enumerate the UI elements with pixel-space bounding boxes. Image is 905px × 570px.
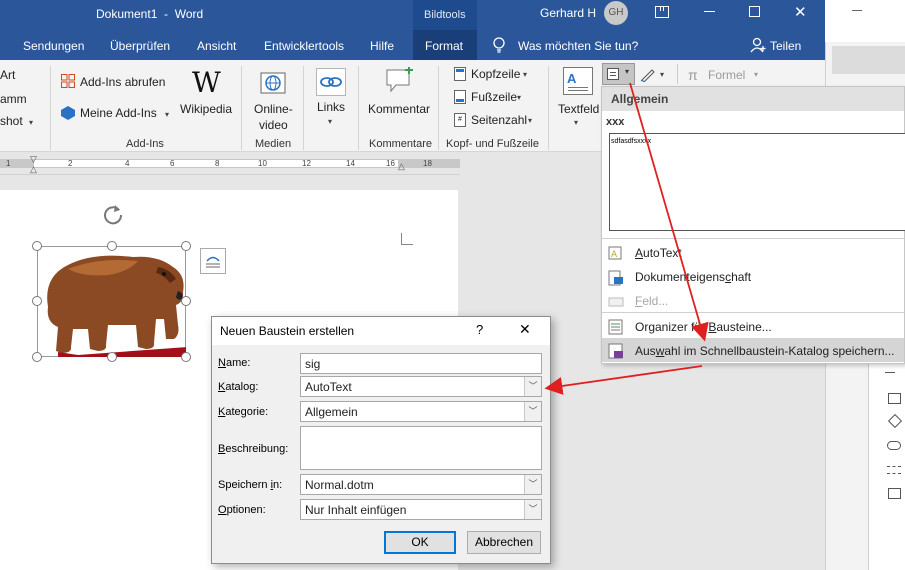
arrow-to-gallery-field <box>544 365 703 395</box>
arrow-to-save-menu-item <box>629 82 709 342</box>
annotation-arrows <box>544 82 709 395</box>
